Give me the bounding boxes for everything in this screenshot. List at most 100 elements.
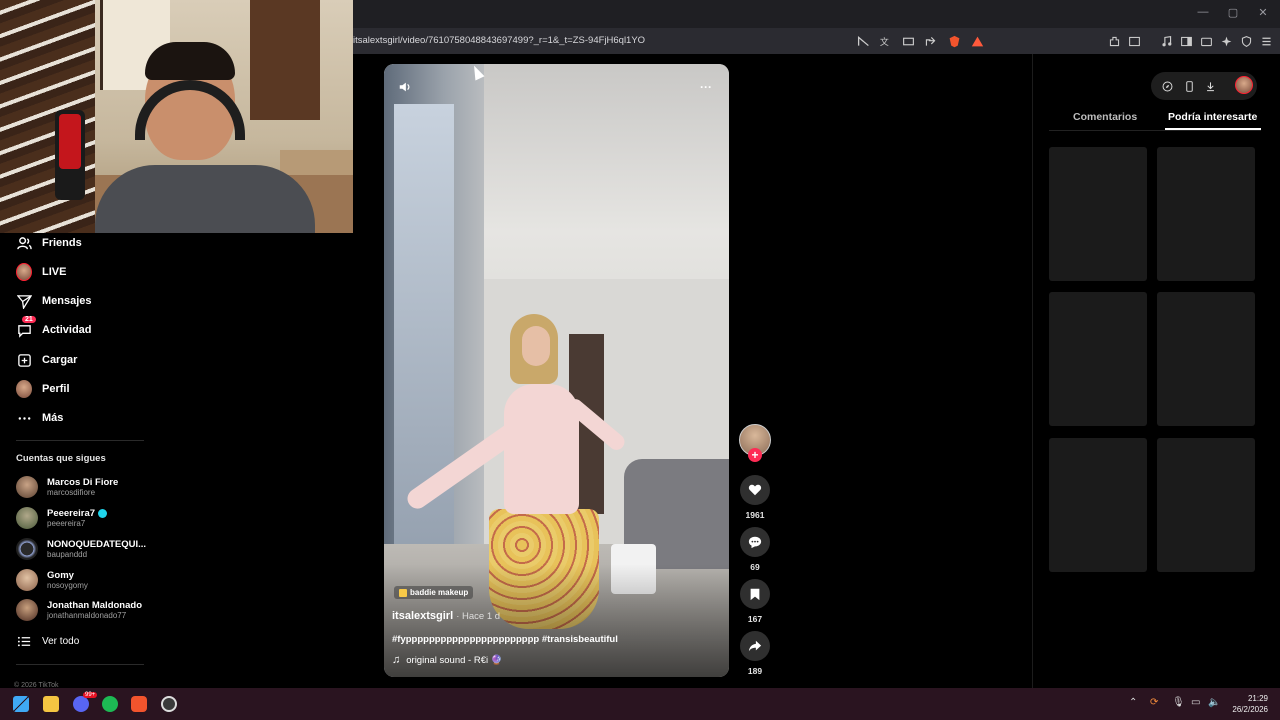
vpn-icon[interactable] — [1238, 33, 1254, 49]
comment-button[interactable] — [740, 527, 770, 557]
volume-icon[interactable] — [396, 78, 414, 96]
see-all-link[interactable]: Ver todo — [16, 632, 79, 650]
video-caption[interactable]: #fyppppppppppppppppppppppp #transisbeaut… — [392, 634, 618, 645]
suggested-video-placeholder[interactable] — [1157, 438, 1255, 572]
save-button[interactable] — [740, 579, 770, 609]
wallet-icon[interactable] — [1198, 33, 1214, 49]
like-button[interactable] — [740, 475, 770, 505]
download-icon[interactable] — [1203, 79, 1217, 93]
account-handle: peeereira7 — [47, 519, 86, 528]
video-author[interactable]: itsalextsgirl · Hace 1 d — [392, 610, 500, 622]
file-explorer-icon[interactable] — [43, 696, 59, 712]
sound-link[interactable]: ♫ original sound - R€i 🔮 — [392, 654, 503, 666]
tray-expand-icon[interactable]: ⌃ — [1129, 697, 1137, 708]
music-note-icon: ♫ — [392, 654, 401, 666]
upload-icon — [16, 352, 32, 368]
account-handle: marcosdifiore — [47, 488, 96, 497]
menu-icon[interactable] — [1258, 33, 1274, 49]
sidebar-item-label: LIVE — [42, 266, 67, 278]
effect-label: baddie makeup — [410, 588, 469, 597]
activity-badge: 21 — [22, 316, 36, 323]
sidebar-item-activity[interactable]: 21 Actividad — [16, 316, 92, 339]
suggested-video-placeholder[interactable] — [1157, 147, 1255, 281]
suggested-video-placeholder[interactable] — [1049, 147, 1147, 281]
windows-start-icon[interactable] — [13, 696, 29, 712]
user-avatar[interactable] — [1235, 76, 1253, 94]
reader-mode-icon[interactable] — [855, 33, 871, 49]
tab-comments[interactable]: Comentarios — [1073, 111, 1137, 123]
following-account[interactable]: NONOQUEDATEQUI... baupanddd — [16, 538, 146, 560]
sidebar-item-label: Mensajes — [42, 295, 92, 307]
following-account[interactable]: Marcos Di Fiore marcosdifiore — [16, 476, 118, 498]
clock-date: 26/2/2026 — [1232, 705, 1268, 714]
sidebar-item-label: Actividad — [42, 324, 92, 336]
following-title: Cuentas que sigues — [16, 453, 106, 464]
messages-icon — [16, 293, 32, 309]
suggested-video-placeholder[interactable] — [1049, 438, 1147, 572]
following-account[interactable]: Gomy nosoygomy — [16, 569, 88, 591]
avatar — [16, 507, 38, 529]
right-panel: Comentarios Podría interesarte — [1032, 54, 1280, 688]
sidebar-toggle-icon[interactable] — [1178, 33, 1194, 49]
like-count: 1961 — [745, 510, 765, 520]
suggested-video-placeholder[interactable] — [1157, 292, 1255, 426]
sidebar-item-label: Cargar — [42, 354, 78, 366]
share-button[interactable] — [740, 631, 770, 661]
sidebar-item-live[interactable]: LIVE — [16, 263, 66, 281]
sidebar-item-label: Friends — [42, 237, 82, 249]
divider — [16, 664, 144, 665]
leo-ai-icon[interactable] — [1218, 33, 1234, 49]
sidebar-item-upload[interactable]: Cargar — [16, 351, 77, 369]
following-account[interactable]: Peeereira7 peeereira7 — [16, 507, 108, 529]
time-ago: · Hace 1 d — [456, 611, 501, 622]
comment-count: 69 — [750, 562, 760, 572]
webcam-overlay — [0, 0, 353, 233]
url-text[interactable]: itsalextsgirl/video/7610758048843697499?… — [353, 35, 645, 46]
close-button[interactable]: ✕ — [1248, 6, 1278, 19]
sidebar-item-profile[interactable]: Perfil — [16, 380, 70, 398]
volume-tray-icon[interactable]: 🔈 — [1208, 697, 1220, 708]
following-account[interactable]: Jonathan Maldonado jonathanmaldonado77 — [16, 599, 142, 621]
extensions-icon[interactable] — [1106, 33, 1122, 49]
spotify-icon[interactable] — [102, 696, 118, 712]
suggested-video-placeholder[interactable] — [1049, 292, 1147, 426]
screenshot-icon[interactable] — [1126, 33, 1142, 49]
svg-text:文: 文 — [879, 35, 888, 47]
device-icon[interactable] — [1182, 79, 1196, 93]
cast-icon[interactable] — [900, 33, 916, 49]
network-status-icon[interactable]: ⟳ — [1150, 697, 1158, 708]
brave-shields-icon[interactable] — [946, 33, 962, 49]
account-handle: baupanddd — [47, 550, 88, 559]
sidebar-item-more[interactable]: Más — [16, 409, 63, 427]
account-handle: jonathanmaldonado77 — [47, 611, 127, 620]
maximize-button[interactable]: ▢ — [1218, 6, 1248, 19]
more-options-icon[interactable]: ··· — [697, 78, 715, 96]
sidebar-item-friends[interactable]: Friends — [16, 234, 82, 252]
share-icon[interactable] — [922, 33, 938, 49]
tab-you-may-like[interactable]: Podría interesarte — [1168, 111, 1257, 123]
share-count: 189 — [747, 666, 763, 676]
minimize-button[interactable]: — — [1188, 6, 1218, 18]
translate-icon[interactable]: 文 — [877, 33, 893, 49]
sound-label: original sound - R€i 🔮 — [406, 654, 503, 666]
video-player[interactable]: ··· baddie makeup itsalextsgirl · Hace 1… — [384, 64, 729, 677]
sidebar-item-messages[interactable]: Mensajes — [16, 292, 92, 310]
display-icon[interactable]: ▭ — [1191, 697, 1200, 708]
microphone-icon[interactable]: 🎙 — [1172, 697, 1185, 708]
brave-rewards-icon[interactable] — [969, 33, 985, 49]
media-icon[interactable] — [1158, 33, 1174, 49]
effect-tag[interactable]: baddie makeup — [394, 586, 474, 599]
brave-browser-icon[interactable] — [131, 696, 147, 712]
see-all-label: Ver todo — [42, 635, 80, 647]
system-clock[interactable]: 21:29 26/2/2026 — [1222, 693, 1268, 715]
avatar — [16, 569, 38, 591]
live-icon — [16, 263, 32, 281]
compass-icon[interactable] — [1160, 79, 1174, 93]
taskbar — [0, 688, 1280, 720]
left-sidebar: Friends LIVE Mensajes 21 Actividad Carga… — [0, 233, 165, 689]
obs-icon[interactable] — [161, 696, 177, 712]
discord-icon[interactable] — [73, 696, 89, 712]
follow-plus-icon[interactable]: + — [748, 448, 762, 462]
account-handle: nosoygomy — [47, 581, 88, 590]
divider — [16, 440, 144, 441]
